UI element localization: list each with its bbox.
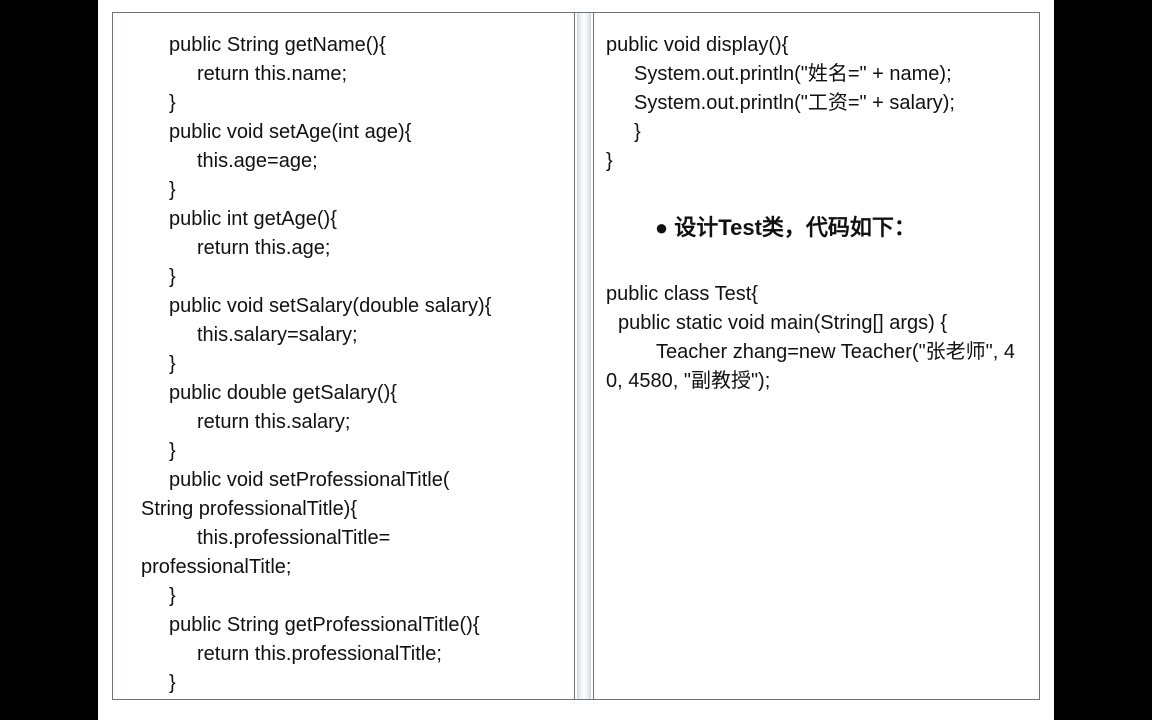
code-line: public static void main(String[] args) { [606, 309, 1027, 338]
code-line: } [606, 147, 1027, 176]
code-line: } [141, 89, 562, 118]
code-line: } [141, 437, 562, 466]
code-line: System.out.println("姓名=" + name); [606, 60, 1027, 89]
code-line: public int getAge(){ [141, 205, 562, 234]
code-line: professionalTitle; [141, 553, 562, 582]
code-line: public class Test{ [606, 280, 1027, 309]
left-column: public String getName(){ return this.nam… [113, 13, 574, 699]
code-line: String professionalTitle){ [141, 495, 562, 524]
page-container: public String getName(){ return this.nam… [98, 0, 1054, 720]
code-line: } [141, 176, 562, 205]
code-line: public void display(){ [606, 31, 1027, 60]
code-line: this.professionalTitle= [141, 524, 562, 553]
code-line: public void setProfessionalTitle( [141, 466, 562, 495]
code-line: } [606, 118, 1027, 147]
right-column: public void display(){ System.out.printl… [594, 13, 1039, 699]
code-line: return this.salary; [141, 408, 562, 437]
code-line: return this.professionalTitle; [141, 640, 562, 669]
code-line: this.salary=salary; [141, 321, 562, 350]
column-divider [574, 13, 594, 699]
divider-gradient [577, 13, 591, 699]
heading-text: ● 设计Test类，代码如下： [655, 215, 916, 240]
code-line: } [141, 350, 562, 379]
code-line: } [141, 669, 562, 698]
code-line: public void setAge(int age){ [141, 118, 562, 147]
code-line: public String getProfessionalTitle(){ [141, 611, 562, 640]
code-line: } [141, 582, 562, 611]
code-line: Teacher zhang=new Teacher("张老师", 40, 458… [606, 338, 1027, 396]
code-line: public String getName(){ [141, 31, 562, 60]
code-line: return this.age; [141, 234, 562, 263]
code-line: public void setSalary(double salary){ [141, 292, 562, 321]
code-line: System.out.println("工资=" + salary); [606, 89, 1027, 118]
code-line: } [141, 263, 562, 292]
code-line: return this.name; [141, 60, 562, 89]
code-line: this.age=age; [141, 147, 562, 176]
code-line: public double getSalary(){ [141, 379, 562, 408]
section-heading: ● 设计Test类，代码如下： [606, 176, 1027, 280]
two-column-layout: public String getName(){ return this.nam… [112, 12, 1040, 700]
